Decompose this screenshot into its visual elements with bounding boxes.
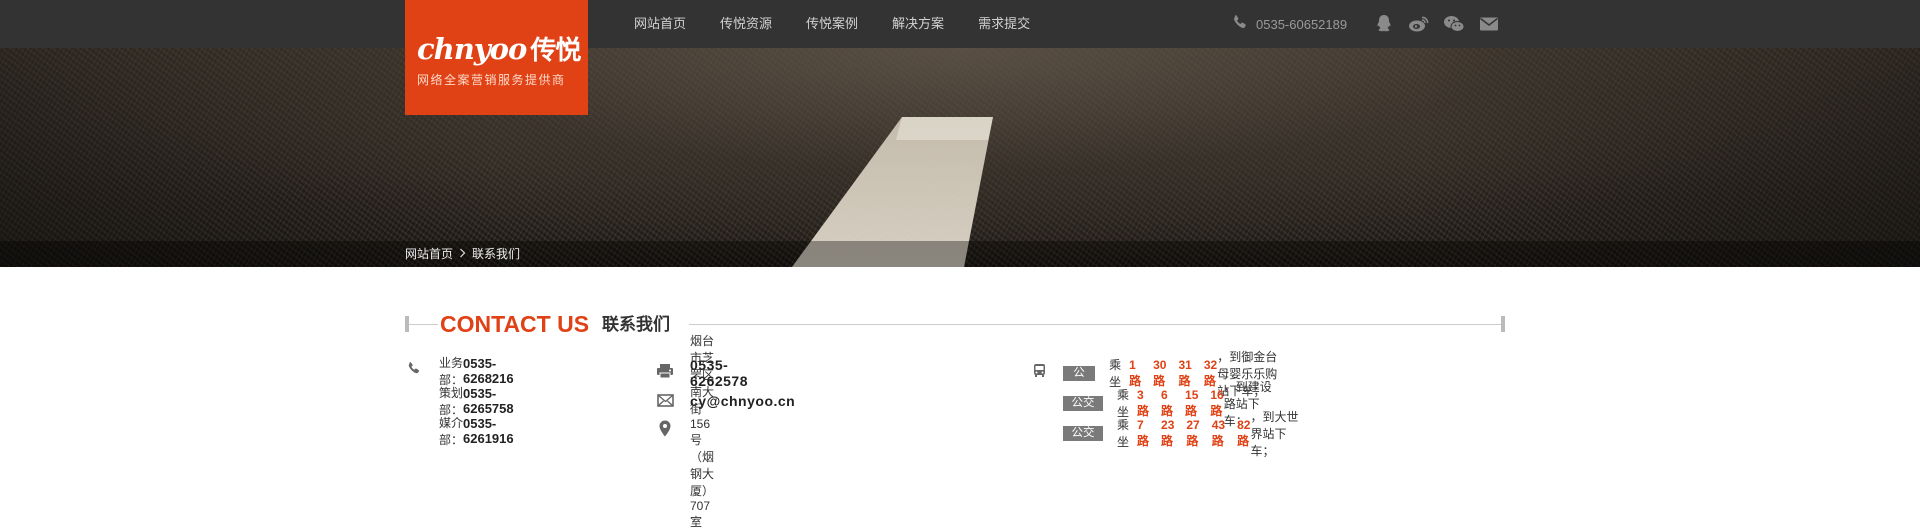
nav-item-solutions[interactable]: 解决方案	[892, 0, 944, 48]
bus-number: 16路	[1210, 387, 1224, 418]
department-label: 业务部：	[439, 356, 464, 387]
social-icons	[1373, 13, 1513, 35]
phone-icon	[1232, 14, 1248, 35]
logo-tagline: 网络全案营销服务提供商	[417, 73, 566, 87]
section-line-cap-right	[1501, 316, 1505, 332]
bus-number: 6路	[1161, 387, 1174, 418]
nav-item-cases[interactable]: 传悦案例	[806, 0, 858, 48]
nav-item-request[interactable]: 需求提交	[978, 0, 1030, 48]
bus-number: 31路	[1178, 357, 1192, 388]
address-text: 烟台市芝罘区南大街156号（烟钢大厦）707室	[690, 334, 715, 529]
logo[interactable]: chnyoo 传悦 网络全案营销服务提供商	[405, 0, 588, 115]
department-label: 媒介部：	[439, 416, 464, 447]
bus-route-ride: 乘坐	[1109, 358, 1122, 389]
nav-item-resources[interactable]: 传悦资源	[720, 0, 772, 48]
nav-item-home[interactable]: 网站首页	[634, 0, 686, 48]
breadcrumb: 网站首页 联系我们	[405, 245, 520, 262]
chevron-right-icon	[459, 247, 466, 261]
bus-route-badge: 公交线路1	[1063, 365, 1096, 424]
section-header: CONTACT US 联系我们	[405, 311, 1505, 337]
bus-route-row: 公交线路3 乘坐 7路 23路 27路 43路 82路 ，到大世界站下车；	[1063, 410, 1304, 458]
bus-route-badge: 公交线路2	[1063, 395, 1103, 424]
department-phone: 0535-6261916	[463, 416, 514, 446]
qq-icon[interactable]	[1373, 13, 1395, 35]
bus-number: 1路	[1129, 357, 1142, 388]
department-row: 策划部： 0535-6265758	[439, 386, 514, 417]
bus-route-row: 公交线路2 乘坐 3路 6路 15路 16路 ，到建设路站下车；	[1063, 380, 1278, 428]
mail-icon	[657, 394, 674, 412]
section-title-zh: 联系我们	[602, 315, 670, 334]
header-phone: 0535-60652189	[1232, 0, 1347, 48]
bus-route-destination: ，到大世界站下车；	[1250, 409, 1299, 458]
wechat-icon[interactable]	[1443, 13, 1465, 35]
department-phone: 0535-6265758	[463, 386, 514, 416]
main-nav: 网站首页 传悦资源 传悦案例 解决方案 需求提交	[634, 0, 1064, 48]
bus-route-ride: 乘坐	[1117, 418, 1130, 449]
road-stripe-image	[792, 117, 993, 267]
section-line-right	[689, 324, 1501, 325]
bus-number: 43路	[1211, 417, 1226, 448]
fax-icon	[656, 363, 674, 384]
bus-route-badge: 公交线路3	[1063, 425, 1103, 454]
department-label: 策划部：	[439, 386, 464, 417]
breadcrumb-bar	[0, 241, 1920, 267]
address-row: 烟台市芝罘区南大街156号（烟钢大厦）707室	[690, 334, 714, 529]
breadcrumb-home[interactable]: 网站首页	[405, 245, 453, 262]
bus-number: 30路	[1153, 357, 1167, 388]
bus-number: 32路	[1203, 357, 1218, 388]
bus-number: 15路	[1185, 387, 1199, 418]
bus-route-ride: 乘坐	[1117, 388, 1130, 419]
bus-icon	[1032, 363, 1047, 383]
mail-icon[interactable]	[1478, 13, 1500, 35]
bus-number: 23路	[1161, 417, 1175, 448]
section-line-left	[409, 324, 438, 325]
location-pin-icon	[659, 420, 671, 442]
bus-number: 7路	[1137, 417, 1150, 448]
department-row: 业务部： 0535-6268216	[439, 356, 514, 387]
department-phone: 0535-6268216	[463, 356, 514, 386]
weibo-icon[interactable]	[1408, 13, 1430, 35]
phone-icon	[407, 361, 421, 380]
department-row: 媒介部： 0535-6261916	[439, 416, 514, 447]
section-title-en: CONTACT US	[440, 311, 590, 337]
bus-number: 27路	[1186, 417, 1200, 448]
logo-wordmark: chnyoo 传悦	[417, 32, 581, 66]
bus-number: 3路	[1137, 387, 1150, 418]
hero-banner	[0, 48, 1920, 267]
breadcrumb-current: 联系我们	[472, 247, 521, 261]
header-phone-number: 0535-60652189	[1256, 16, 1348, 32]
bus-number: 82路	[1237, 417, 1251, 448]
